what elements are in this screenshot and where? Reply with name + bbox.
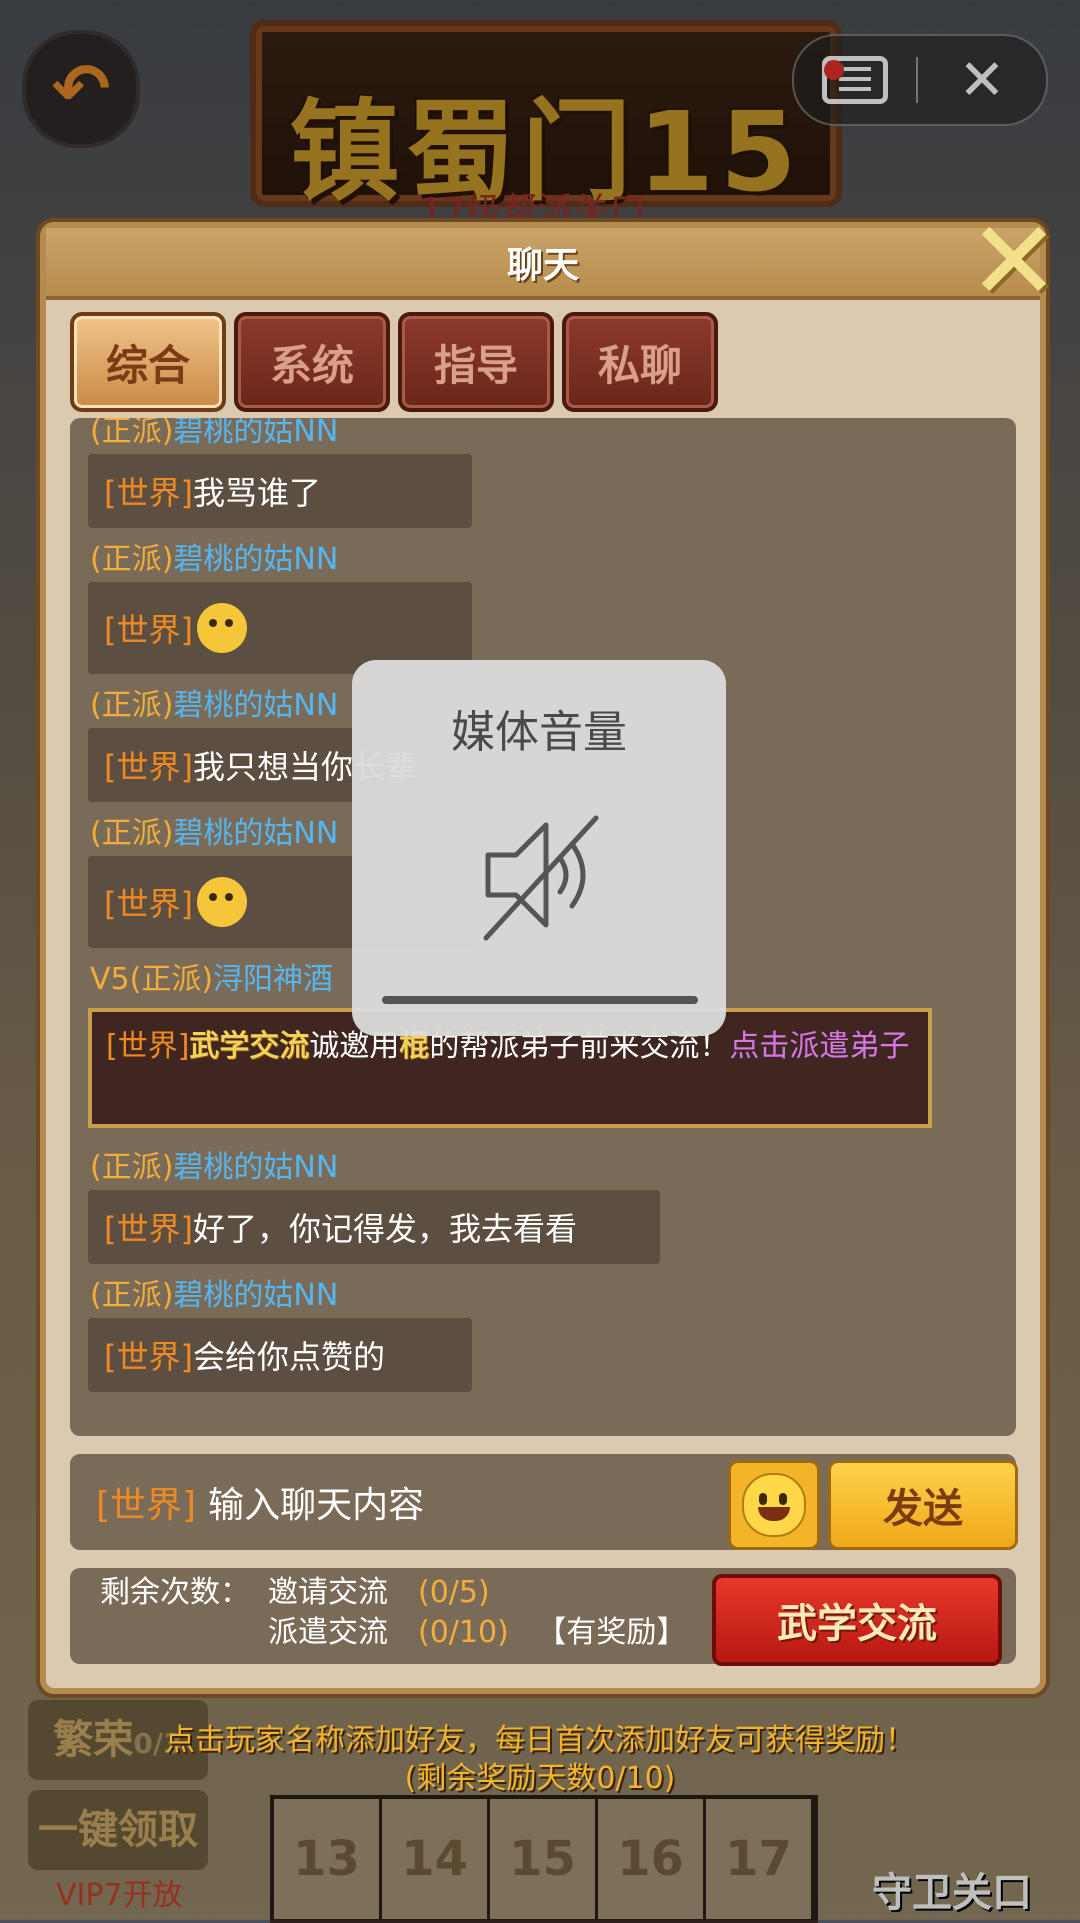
close-icon[interactable]: ✕: [964, 206, 1064, 316]
sender-faction: (正派): [90, 418, 174, 449]
chat-header: 聊天: [46, 228, 1040, 300]
sender-faction: (正派): [90, 1150, 174, 1185]
sender-name[interactable]: 碧桃的姑NN: [173, 1278, 338, 1313]
channel-tag: [世界]: [104, 1338, 193, 1376]
dispatch-value: (0/10): [418, 1615, 509, 1650]
tab-system[interactable]: 系统: [234, 312, 390, 412]
input-placeholder: 输入聊天内容: [208, 1485, 425, 1526]
dispatch-label: 派遣交流: [268, 1615, 388, 1650]
invite-value: (0/5): [418, 1575, 490, 1610]
sender-name[interactable]: 碧桃的姑NN: [173, 816, 338, 851]
invite-counter: 邀请交流 (0/5): [268, 1574, 490, 1612]
input-channel-selector[interactable]: [世界]: [96, 1476, 196, 1528]
smirk-face-icon: [196, 877, 247, 927]
sender-faction: (正派): [90, 1278, 174, 1313]
message-bubble: [世界] 好了，你记得发，我去看看: [88, 1190, 660, 1264]
channel-tag: [世界]: [104, 474, 193, 512]
sender-name[interactable]: 碧桃的姑NN: [173, 418, 338, 449]
remaining-label: 剩余次数：: [100, 1575, 250, 1610]
dispatch-disciple-link[interactable]: 点击派遣弟子: [729, 1029, 909, 1064]
wuxue-highlight: 武学交流: [189, 1029, 310, 1064]
sender-name[interactable]: 碧桃的姑NN: [173, 688, 338, 723]
chat-input[interactable]: [世界] 输入聊天内容: [70, 1454, 710, 1550]
sender-name[interactable]: 浔阳神酒: [213, 962, 333, 997]
smile-icon: [742, 1473, 806, 1537]
sender-name[interactable]: 碧桃的姑NN: [173, 1150, 338, 1185]
channel-tag: [世界]: [104, 885, 193, 923]
message-text: 我骂谁了: [192, 474, 321, 512]
invite-label: 邀请交流: [268, 1575, 388, 1610]
sender-name[interactable]: 碧桃的姑NN: [173, 542, 338, 577]
reward-tag: 【有奖励】: [536, 1615, 687, 1650]
volume-title: 媒体音量: [451, 707, 627, 758]
sender-faction: (正派): [90, 688, 174, 723]
message-sender[interactable]: (正派)碧桃的姑NN: [70, 1274, 1016, 1318]
tab-general[interactable]: 综合: [70, 312, 226, 412]
message-bubble: [世界] 我骂谁了: [88, 454, 472, 528]
send-button[interactable]: 发送: [828, 1460, 1018, 1550]
tab-guide[interactable]: 指导: [398, 312, 554, 412]
friend-notice-line1: 点击玩家名称添加好友，每日首次添加好友可获得奖励！: [165, 1723, 915, 1758]
chat-tabs: 综合 系统 指导 私聊: [70, 312, 718, 412]
wuxue-exchange-button[interactable]: 武学交流: [712, 1574, 1002, 1666]
friend-notice: 点击玩家名称添加好友，每日首次添加好友可获得奖励！ (剩余奖励天数0/10): [0, 1722, 1080, 1798]
message-text: 好了，你记得发，我去看看: [192, 1210, 577, 1248]
dispatch-counter: 派遣交流 (0/10) 【有奖励】: [268, 1614, 686, 1652]
message-text: 会给你点赞的: [192, 1338, 385, 1376]
speaker-muted-icon: [483, 815, 599, 941]
media-volume-overlay: 媒体音量: [352, 660, 726, 1036]
friend-notice-line2: (剩余奖励天数0/10): [404, 1761, 676, 1796]
emoji-button[interactable]: [728, 1460, 820, 1550]
message-sender[interactable]: (正派)碧桃的姑NN: [70, 418, 1016, 454]
message-sender[interactable]: (正派)碧桃的姑NN: [70, 538, 1016, 582]
channel-tag: [世界]: [106, 1029, 190, 1064]
channel-tag: [世界]: [104, 611, 193, 649]
chat-title: 聊天: [506, 245, 579, 286]
tab-private[interactable]: 私聊: [562, 312, 718, 412]
sender-faction: (正派): [90, 816, 174, 851]
volume-slider[interactable]: [382, 996, 698, 1004]
message-sender[interactable]: (正派)碧桃的姑NN: [70, 1146, 1016, 1190]
channel-tag: [世界]: [104, 748, 193, 786]
remaining-counter: 剩余次数： 邀请交流 (0/5) 派遣交流 (0/10) 【有奖励】 武学交流: [70, 1568, 1016, 1666]
message-bubble: [世界] 会给你点赞的: [88, 1318, 472, 1392]
sender-faction: (正派): [90, 542, 174, 577]
sender-faction: V5(正派): [90, 962, 214, 997]
channel-tag: [世界]: [104, 1210, 193, 1248]
chat-input-row: [世界] 输入聊天内容 发送: [70, 1454, 1018, 1550]
flushed-face-icon: [196, 603, 247, 653]
